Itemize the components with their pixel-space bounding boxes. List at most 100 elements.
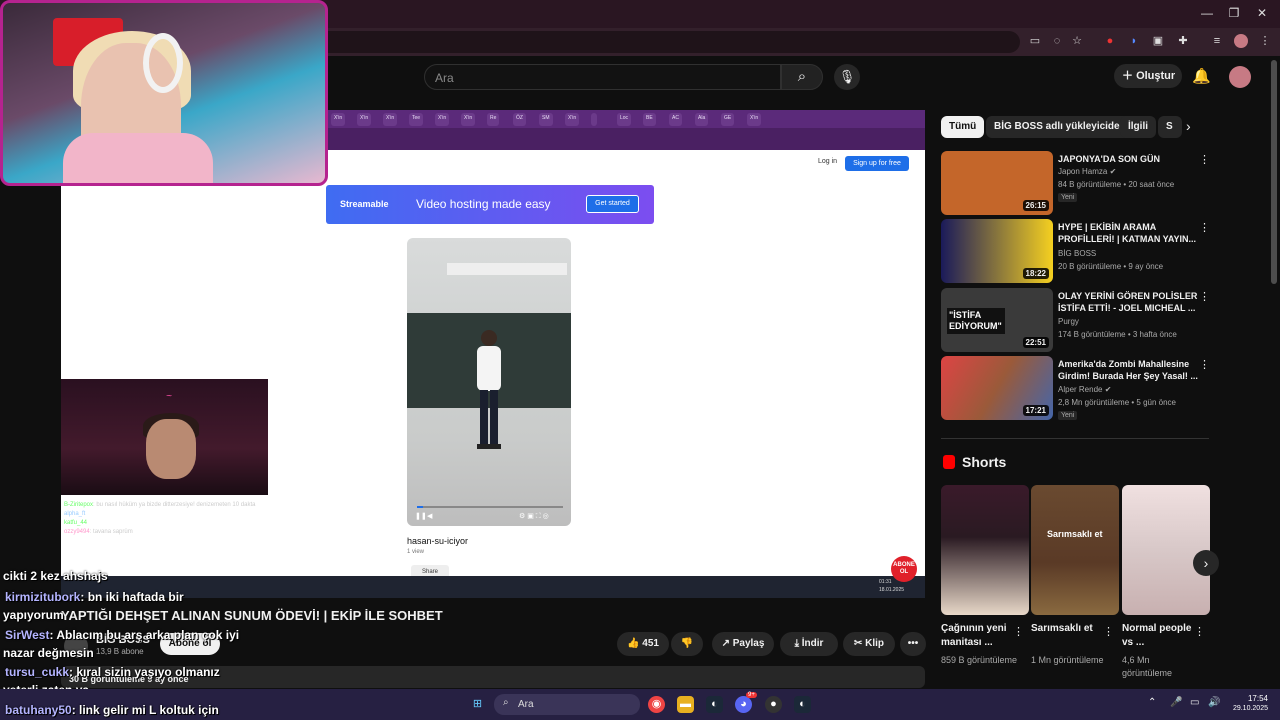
discord-icon[interactable]: ◕ xyxy=(735,696,752,713)
video-thumbnail[interactable]: 26:15 xyxy=(941,151,1053,215)
headphones xyxy=(143,33,183,93)
page-scrollbar[interactable] xyxy=(1271,60,1277,284)
dislike-button[interactable]: 👎 xyxy=(671,632,703,656)
tray-chevron-icon[interactable]: ⌃ xyxy=(1148,697,1156,708)
short-title[interactable]: Çağnının yeni manitası ... xyxy=(941,622,1019,650)
taskbar-search[interactable]: Ara xyxy=(494,694,640,715)
cast-icon[interactable]: ▭ xyxy=(1028,34,1042,48)
steam-icon[interactable]: ◐ xyxy=(706,696,723,713)
video-thumbnail[interactable]: "İSTİFA EDİYORUM" 22:51 xyxy=(941,288,1053,352)
recommendation-channel: Purgy xyxy=(1058,317,1079,326)
recommendation-title[interactable]: OLAY YERİNİ GÖREN POLİSLER İSTİFA ETTİ! … xyxy=(1058,290,1198,314)
more-actions-button[interactable]: ••• xyxy=(900,632,926,656)
obs-icon[interactable]: ● xyxy=(765,696,782,713)
minimize-button[interactable]: — xyxy=(1197,6,1217,20)
account-avatar[interactable] xyxy=(1229,66,1251,88)
recommendation-item[interactable]: 26:15 JAPONYA'DA SON GÜN Japon Hamza ✔ 8… xyxy=(941,151,1211,215)
more-options-icon[interactable]: ⋮ xyxy=(1103,625,1114,638)
address-bar[interactable] xyxy=(300,31,1020,53)
guest-chat-line: katfu_44 xyxy=(64,520,88,526)
volume-icon[interactable]: 🔊 xyxy=(1208,697,1220,708)
chrome-icon[interactable]: ◉ xyxy=(648,696,665,713)
browser-menu-icon[interactable]: ⋮ xyxy=(1258,34,1272,48)
share-button[interactable]: ↗ Paylaş xyxy=(712,632,774,656)
video-thumbnail[interactable]: 17:21 xyxy=(941,356,1053,420)
shared-screen-tab: ÖZ xyxy=(513,113,526,126)
shared-screen-tab: X'in xyxy=(383,113,398,126)
chat-line: batuhany50: link gelir mi L koltuk için xyxy=(5,703,219,717)
thumbs-down-icon: 👎 xyxy=(680,638,694,649)
microphone-icon[interactable]: 🎤 xyxy=(1170,697,1182,708)
recommendation-title[interactable]: Amerika'da Zombi Mahallesine Girdim! Bur… xyxy=(1058,358,1198,382)
extension-icon[interactable]: ▣ xyxy=(1151,34,1165,48)
shared-screen-tab: Ala xyxy=(695,113,709,126)
recommendation-item[interactable]: 18:22 HYPE | EKİBİN ARAMA PROFİLLERİ! | … xyxy=(941,219,1211,283)
signup-button: Sign up for free xyxy=(845,156,909,171)
windows-start-icon[interactable]: ⊞ xyxy=(469,696,486,713)
extension-icon[interactable]: ◗ xyxy=(1127,34,1141,48)
steam-icon[interactable]: ◐ xyxy=(794,696,811,713)
recommendation-title[interactable]: HYPE | EKİBİN ARAMA PROFİLLERİ! | KATMAN… xyxy=(1058,221,1198,245)
more-options-icon[interactable]: ⋮ xyxy=(1199,358,1210,371)
more-options-icon[interactable]: ⋮ xyxy=(1199,221,1210,234)
recommendation-item[interactable]: 17:21 Amerika'da Zombi Mahallesine Girdi… xyxy=(941,356,1211,420)
shared-screen-tab xyxy=(591,113,597,126)
short-title[interactable]: Normal people vs ... xyxy=(1122,622,1200,650)
eye-off-icon[interactable]: ◌ xyxy=(1050,34,1064,48)
more-options-icon[interactable]: ⋮ xyxy=(1013,625,1024,638)
settings-icon: ⚙ ▣ ⛶ ◎ xyxy=(519,513,549,520)
shorts-next-button[interactable]: › xyxy=(1193,550,1219,576)
short-thumbnail[interactable]: Sarımsaklı et xyxy=(1031,485,1119,615)
more-options-icon[interactable]: ⋮ xyxy=(1194,625,1205,638)
voice-search-button[interactable]: 🎙 xyxy=(834,64,860,90)
video-title: YAPTIĞI DEHŞET ALINAN SUNUM ÖDEVİ! | EKİ… xyxy=(61,608,443,623)
share-icon: ↗ xyxy=(721,638,733,649)
recommendation-item[interactable]: "İSTİFA EDİYORUM" 22:51 OLAY YERİNİ GÖRE… xyxy=(941,288,1211,352)
guest-chat-line: ozzy9494: tavana saprüm xyxy=(64,529,133,535)
chevron-right-icon[interactable]: › xyxy=(1186,118,1191,134)
puzzle-icon[interactable]: ✚ xyxy=(1176,34,1190,48)
search-button[interactable]: ⌕ xyxy=(781,64,823,90)
chip-from-uploader[interactable]: BİG BOSS adlı yükleyiciden xyxy=(986,116,1134,138)
file-explorer-icon[interactable]: ▬ xyxy=(677,696,694,713)
taskbar-date[interactable]: 29.10.2025 xyxy=(1226,705,1268,712)
short-thumbnail[interactable] xyxy=(941,485,1029,615)
more-options-icon[interactable]: ⋮ xyxy=(1199,153,1210,166)
create-button[interactable]: ＋ Oluştur xyxy=(1114,64,1182,88)
student-figure xyxy=(477,330,501,449)
network-icon[interactable]: ▭ xyxy=(1190,697,1199,708)
shared-screen-tab: X'in xyxy=(747,113,762,126)
shared-screen-tab: X'in xyxy=(435,113,450,126)
new-badge: Yeni xyxy=(1058,411,1078,420)
duration-badge: 17:21 xyxy=(1022,405,1049,416)
shared-screen-tab: BE xyxy=(643,113,656,126)
shared-screen-taskbar: 01:31 18.01.2025 xyxy=(61,576,925,598)
recommendation-channel: Alper Rende ✔ xyxy=(1058,385,1112,394)
tab-search-icon[interactable]: ≡ xyxy=(1210,34,1224,48)
short-thumbnail[interactable] xyxy=(1122,485,1210,615)
clip-button[interactable]: ✂ Klip xyxy=(843,632,895,656)
short-title[interactable]: Sarımsaklı et xyxy=(1031,622,1109,636)
bookmark-star-icon[interactable]: ☆ xyxy=(1070,34,1084,48)
shared-screen-tab: Tee xyxy=(409,113,424,126)
video-thumbnail[interactable]: 18:22 xyxy=(941,219,1053,283)
profile-avatar[interactable] xyxy=(1234,34,1248,48)
guest-chat-line: B-Ziritepox: bu nasıl hüküm ya bizde dit… xyxy=(64,502,256,508)
recommendation-channel: Japon Hamza ✔ xyxy=(1058,167,1117,176)
shared-clock-time: 01:31 xyxy=(879,579,892,585)
recommendation-meta: 174 B görüntüleme • 3 hafta önce xyxy=(1058,330,1177,339)
extension-icon[interactable]: ● xyxy=(1103,34,1117,48)
maximize-button[interactable]: ❐ xyxy=(1224,6,1244,20)
more-options-icon[interactable]: ⋮ xyxy=(1199,290,1210,303)
recommendation-meta: 2,8 Mn görüntüleme • 5 gün önce xyxy=(1058,398,1176,407)
shared-screen-tab: X'in xyxy=(357,113,372,126)
like-button[interactable]: 👍 451 xyxy=(617,632,669,656)
chip-more[interactable]: S xyxy=(1158,116,1182,138)
download-button[interactable]: ⤓ İndir xyxy=(780,632,838,656)
search-input[interactable]: Ara xyxy=(424,64,781,90)
notifications-bell-icon[interactable]: 🔔 xyxy=(1192,67,1211,85)
taskbar-time[interactable]: 17:54 xyxy=(1236,694,1268,703)
chip-all[interactable]: Tümü xyxy=(941,116,985,138)
chip-related[interactable]: İlgili xyxy=(1120,116,1156,138)
close-window-button[interactable]: ✕ xyxy=(1252,6,1272,20)
